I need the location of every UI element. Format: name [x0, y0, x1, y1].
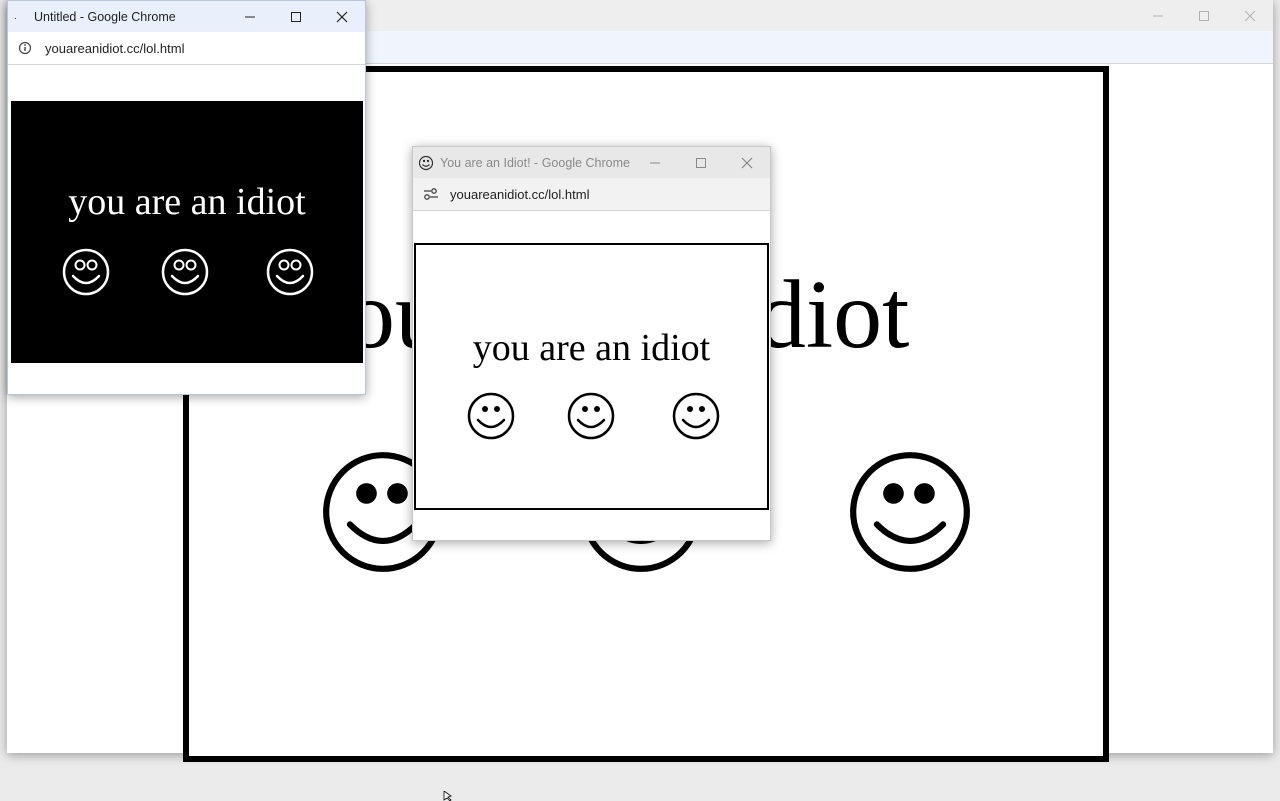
minimize-button[interactable] [227, 1, 273, 32]
left-window-controls [227, 1, 365, 32]
popup-window-page: you are an idiot [413, 211, 770, 540]
address-bar[interactable]: youareanidiot.cc/lol.html [8, 32, 365, 65]
black-content-box: you are an idiot [11, 101, 363, 363]
back-close-button[interactable] [1227, 0, 1273, 31]
page-favicon: . [14, 11, 17, 22]
smiley-favicon-icon [418, 155, 434, 170]
left-browser-window[interactable]: . Untitled - Google Chrome youareanidiot… [7, 0, 366, 395]
white-content-box: you are an idiot [414, 243, 769, 510]
window-title: Untitled - Google Chrome [34, 9, 176, 24]
maximize-button[interactable] [678, 147, 724, 178]
url-text[interactable]: youareanidiot.cc/lol.html [45, 41, 184, 56]
smiley-face-icon [266, 248, 314, 296]
smiley-face-icon [62, 248, 110, 296]
maximize-icon [1199, 10, 1209, 21]
back-maximize-button[interactable] [1181, 0, 1227, 31]
minimize-icon [1153, 15, 1163, 16]
popup-window-titlebar[interactable]: You are an Idiot! - Google Chrome [413, 147, 770, 178]
smiley-face-icon [672, 392, 720, 440]
maximize-button[interactable] [273, 1, 319, 32]
minimize-icon [245, 16, 255, 17]
close-button[interactable] [724, 147, 770, 178]
page-heading: you are an idiot [472, 327, 711, 369]
address-bar[interactable]: youareanidiot.cc/lol.html [413, 178, 770, 211]
left-window-titlebar[interactable]: . Untitled - Google Chrome [8, 1, 365, 32]
close-icon [741, 157, 753, 168]
smiley-face-icon [567, 392, 615, 440]
window-title: You are an Idiot! - Google Chrome [440, 155, 630, 170]
info-icon[interactable] [18, 41, 32, 55]
popup-browser-window[interactable]: You are an Idiot! - Google Chrome youare… [412, 146, 771, 541]
maximize-icon [291, 11, 301, 22]
close-icon [336, 11, 348, 22]
minimize-button[interactable] [632, 147, 678, 178]
minimize-icon [650, 162, 660, 163]
smiley-face-icon [467, 392, 515, 440]
smiley-face-icon [850, 452, 970, 572]
back-window-controls [1135, 0, 1273, 31]
back-minimize-button[interactable] [1135, 0, 1181, 31]
page-heading: you are an idiot [68, 181, 306, 223]
close-button[interactable] [319, 1, 365, 32]
left-window-page: you are an idiot [8, 65, 365, 394]
smiley-face-icon [161, 248, 209, 296]
close-icon [1244, 10, 1256, 21]
site-settings-icon[interactable] [423, 187, 439, 201]
popup-window-controls [632, 147, 770, 178]
maximize-icon [696, 157, 706, 168]
url-text[interactable]: youareanidiot.cc/lol.html [450, 187, 589, 202]
